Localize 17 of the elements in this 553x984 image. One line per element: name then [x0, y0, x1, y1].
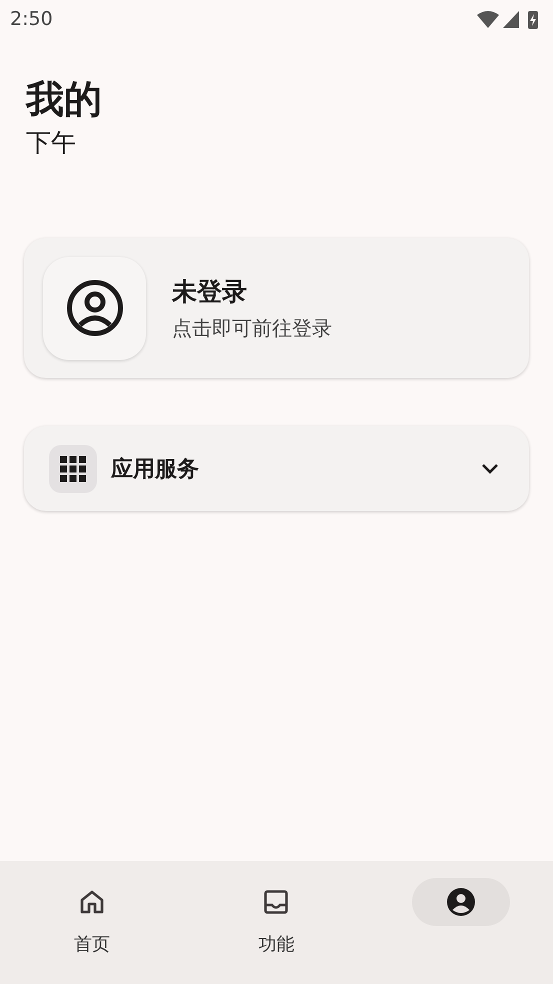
services-card[interactable]: 应用服务: [24, 426, 529, 511]
page-title: 我的: [26, 76, 103, 123]
nav-label: 首页: [74, 933, 110, 956]
login-hint: 点击即可前往登录: [172, 314, 332, 342]
nav-label: 功能: [258, 933, 294, 956]
user-icon: [66, 279, 124, 337]
page-subtitle: 下午: [26, 127, 77, 159]
account-card[interactable]: 未登录 点击即可前往登录: [24, 238, 529, 378]
inbox-icon: [262, 888, 290, 916]
nav-tab[interactable]: 功能: [184, 861, 369, 984]
status-time: 2:50: [10, 8, 53, 30]
grid-icon: [49, 444, 97, 492]
nav-tab[interactable]: 首页: [0, 861, 184, 984]
home-icon: [78, 888, 106, 916]
services-label: 应用服务: [111, 456, 200, 484]
account-name: 未登录: [172, 276, 248, 308]
user-icon: [446, 887, 476, 917]
